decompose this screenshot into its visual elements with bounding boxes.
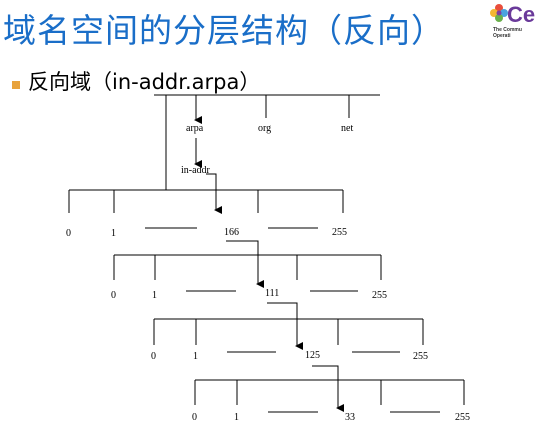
label-net: net <box>341 123 353 134</box>
level1-value-2: 166 <box>224 227 239 238</box>
level1-value-1: 1 <box>111 228 116 239</box>
level2-value-2: 111 <box>265 288 279 299</box>
label-arpa: arpa <box>186 123 204 134</box>
166-to-111 <box>226 240 264 288</box>
111-to-125 <box>267 302 303 350</box>
reverse-domain-tree-diagram: arpa org net in-addr 0 1 166 255 0 1 111… <box>66 94 470 423</box>
level4-value-2: 33 <box>345 412 355 423</box>
level4-value-3: 255 <box>455 412 470 423</box>
level1-value-0: 0 <box>66 228 71 239</box>
level4-value-1: 1 <box>234 412 239 423</box>
label-in-addr: in-addr <box>181 165 211 176</box>
level2-value-0: 0 <box>111 290 116 301</box>
level3-value-1: 1 <box>193 351 198 362</box>
label-org: org <box>258 123 271 134</box>
level3-value-3: 255 <box>413 351 428 362</box>
level3-value-0: 0 <box>151 351 156 362</box>
125-to-33 <box>312 365 344 412</box>
inaddr-to-166 <box>206 173 222 214</box>
level2-value-1: 1 <box>152 290 157 301</box>
level1-value-3: 255 <box>332 227 347 238</box>
level2-value-3: 255 <box>372 290 387 301</box>
level4-value-0: 0 <box>192 412 197 423</box>
level3-value-2: 125 <box>305 350 320 361</box>
